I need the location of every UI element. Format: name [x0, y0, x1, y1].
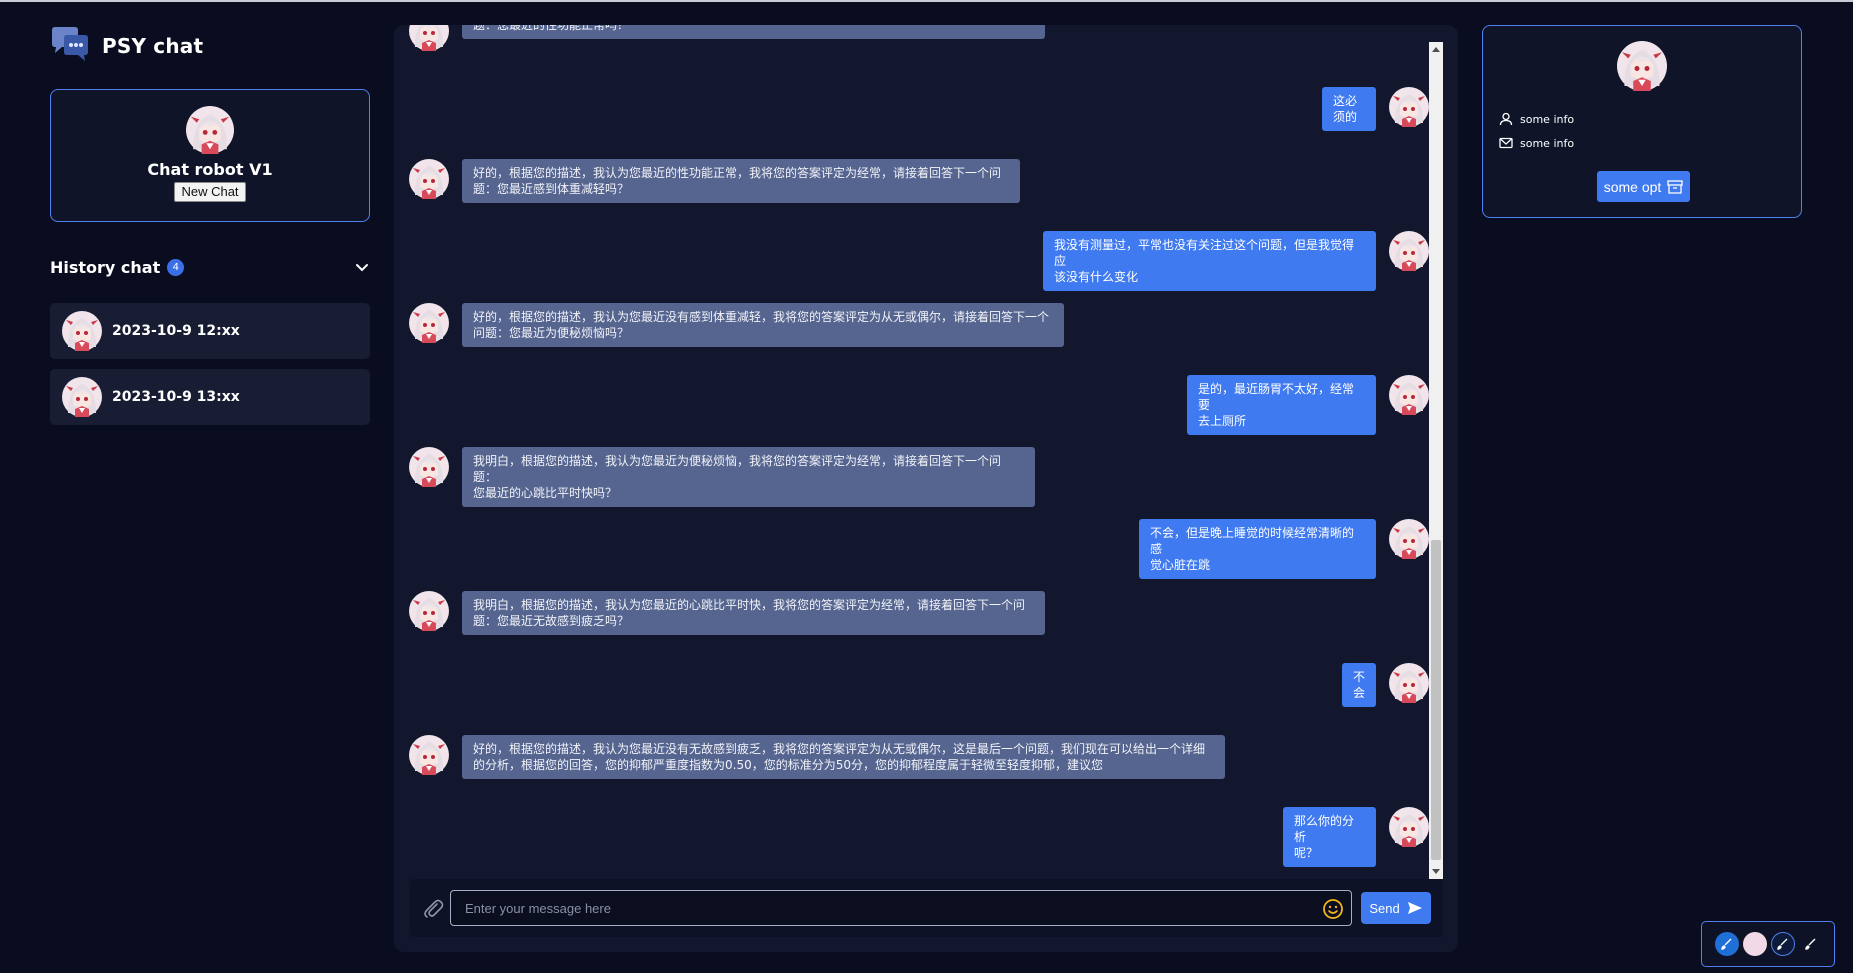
user-avatar — [1389, 375, 1429, 415]
info-row: some info — [1499, 136, 1574, 150]
archive-icon — [1667, 179, 1683, 194]
bot-avatar — [409, 25, 449, 51]
user-avatar — [1389, 87, 1429, 127]
profile-card: some info some info some opt — [1482, 25, 1802, 218]
history-title: History chat — [50, 257, 161, 277]
info-text: some info — [1520, 112, 1575, 126]
send-button[interactable]: Send — [1361, 892, 1431, 924]
message-bubble: 不 会 — [1342, 663, 1376, 707]
message-bubble: 这必 须的 — [1322, 87, 1376, 131]
bot-avatar — [409, 303, 449, 343]
history-avatar — [62, 311, 102, 351]
message-list[interactable]: 题：您最近的性功能正常吗？ 这必 须的 好的，根据您的描述，我认为您最近的性功能… — [394, 25, 1436, 879]
mail-icon — [1499, 137, 1513, 149]
app-title: PSY chat — [102, 34, 204, 58]
brush-icon — [1777, 938, 1788, 950]
user-avatar — [1389, 663, 1429, 703]
message-bubble: 题：您最近的性功能正常吗？ — [462, 25, 1045, 39]
bot-avatar — [409, 447, 449, 487]
bot-avatar — [409, 591, 449, 631]
theme-swatch-navy[interactable] — [1771, 932, 1795, 956]
history-item-label: 2023-10-9 12:xx — [112, 323, 240, 339]
theme-swatch-white[interactable] — [1799, 932, 1823, 956]
bot-avatar — [409, 735, 449, 775]
bot-card: Chat robot V1 New Chat — [50, 89, 370, 222]
bot-avatar — [409, 159, 449, 199]
chevron-down-icon[interactable] — [354, 259, 370, 275]
profile-avatar — [1617, 41, 1667, 91]
brand: PSY chat — [50, 26, 203, 66]
theme-switcher — [1701, 921, 1835, 967]
scroll-thumb[interactable] — [1431, 540, 1441, 860]
info-row: some info — [1499, 112, 1574, 126]
history-item-label: 2023-10-9 13:xx — [112, 389, 240, 405]
user-avatar — [1389, 231, 1429, 271]
message-bubble: 那么你的分析 呢？ — [1283, 807, 1376, 867]
message-scrollbar[interactable] — [1429, 42, 1443, 879]
brush-icon — [1805, 938, 1816, 950]
message-bubble: 好的，根据您的描述，我认为您最近的性功能正常，我将您的答案评定为经常，请接着回答… — [462, 159, 1020, 203]
theme-swatch-pink[interactable] — [1743, 932, 1767, 956]
message-bubble: 我明白，根据您的描述，我认为您最近的心跳比平时快，我将您的答案评定为经常，请接着… — [462, 591, 1045, 635]
history-header: History chat 4 — [50, 256, 370, 278]
user-avatar — [1389, 807, 1429, 847]
send-label: Send — [1369, 900, 1400, 916]
message-bubble: 好的，根据您的描述，我认为您最近没有无故感到疲乏，我将您的答案评定为从无或偶尔，… — [462, 735, 1225, 779]
opt-label: some opt — [1603, 178, 1662, 195]
new-chat-button[interactable]: New Chat — [174, 182, 246, 202]
bot-avatar — [186, 106, 234, 154]
message-composer: Send — [410, 879, 1443, 937]
chat-bubbles-icon — [50, 26, 90, 66]
chat-panel: 题：您最近的性功能正常吗？ 这必 须的 好的，根据您的描述，我认为您最近的性功能… — [394, 25, 1458, 952]
user-avatar — [1389, 519, 1429, 559]
user-icon — [1499, 112, 1513, 126]
bot-name: Chat robot V1 — [147, 160, 273, 179]
window-top-edge — [0, 0, 1853, 2]
send-icon — [1407, 902, 1422, 914]
some-opt-button[interactable]: some opt — [1597, 171, 1690, 202]
history-avatar — [62, 377, 102, 417]
theme-swatch-blue[interactable] — [1715, 932, 1739, 956]
history-count-badge: 4 — [167, 258, 185, 276]
message-bubble: 是的，最近肠胃不太好，经常要 去上厕所 — [1187, 375, 1376, 435]
message-input[interactable] — [450, 890, 1352, 926]
scroll-up-icon[interactable] — [1432, 47, 1440, 52]
scroll-down-icon[interactable] — [1432, 869, 1440, 874]
emoji-icon[interactable] — [1322, 898, 1344, 920]
message-bubble: 好的，根据您的描述，我认为您最近没有感到体重减轻，我将您的答案评定为从无或偶尔，… — [462, 303, 1064, 347]
info-text: some info — [1520, 136, 1575, 150]
history-item[interactable]: 2023-10-9 13:xx — [50, 369, 370, 425]
history-item[interactable]: 2023-10-9 12:xx — [50, 303, 370, 359]
paperclip-icon[interactable] — [422, 898, 444, 920]
message-bubble: 不会，但是晚上睡觉的时候经常清晰的感 觉心脏在跳 — [1139, 519, 1376, 579]
brush-icon — [1721, 938, 1732, 950]
message-bubble: 我没有测量过，平常也没有关注过这个问题，但是我觉得应 该没有什么变化 — [1043, 231, 1376, 291]
message-bubble: 我明白，根据您的描述，我认为您最近为便秘烦恼，我将您的答案评定为经常，请接着回答… — [462, 447, 1035, 507]
